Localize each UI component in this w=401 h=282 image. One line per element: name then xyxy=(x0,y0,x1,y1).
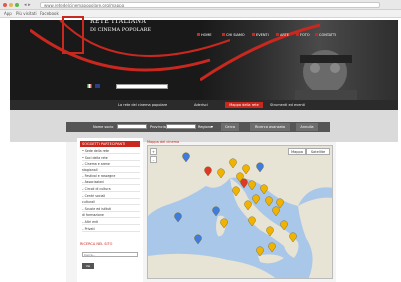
menu-item-mappa-active[interactable]: Mappa della rete xyxy=(225,102,263,108)
logo-title[interactable]: RETE ITALIANA xyxy=(90,18,180,25)
filter-name-input[interactable] xyxy=(117,124,147,129)
sidebar-search-button[interactable]: Vai xyxy=(82,263,94,269)
map-zoom-out-button[interactable]: – xyxy=(150,156,157,163)
menu-item-strumenti[interactable]: Strumenti ed eventi xyxy=(270,100,305,110)
map-widget[interactable]: + – Mappa Satellite xyxy=(147,145,333,279)
nav-arte[interactable]: ARTE xyxy=(280,33,289,37)
map-type-satellite-button[interactable]: Satellite xyxy=(306,148,330,155)
nav-eventi[interactable]: EVENTI xyxy=(256,33,269,37)
bookmark-item[interactable]: App xyxy=(4,10,12,18)
advanced-search-button[interactable]: Ricerca avanzata xyxy=(250,123,290,131)
sidebar-item[interactable]: – Privati xyxy=(82,226,140,232)
filter-label-name: Nome socio xyxy=(93,125,114,129)
main-menu-bar: La rete del cinema popolare Aderisci Map… xyxy=(10,100,398,110)
maximize-window-icon[interactable] xyxy=(15,3,19,7)
region-dropdown-icon[interactable]: ▾ xyxy=(211,124,216,129)
bookmarks-bar: App Più visitati Facebook xyxy=(0,10,401,18)
logo-subtitle[interactable]: DI CINEMA POPOLARE xyxy=(90,27,180,33)
bookmark-item[interactable]: Più visitati xyxy=(16,10,37,18)
sidebar-item[interactable]: di formazione xyxy=(82,212,140,218)
nav-bullet-icon xyxy=(276,33,279,36)
nav-bullet-icon xyxy=(197,33,200,36)
screenshot-frame: ◂ ▸ www.retedelcinemapopolare.org/mappa … xyxy=(0,0,401,282)
nav-chi-siamo[interactable]: CHI SIAMO xyxy=(226,33,245,37)
italian-flag-icon[interactable] xyxy=(87,84,92,88)
address-bar[interactable]: www.retedelcinemapopolare.org/mappa xyxy=(40,2,380,8)
sidebar-item[interactable]: – Associazioni xyxy=(82,179,140,185)
sidebar-item[interactable]: • Sede della rete xyxy=(82,148,140,154)
map-type-map-button[interactable]: Mappa xyxy=(288,148,306,155)
filter-province-input[interactable] xyxy=(166,124,196,129)
reset-button[interactable]: Annulla xyxy=(296,123,318,131)
nav-bullet-icon xyxy=(252,33,255,36)
bookmark-item[interactable]: Facebook xyxy=(40,10,59,18)
sidebar-search-heading: RICERCA NEL SITO xyxy=(80,242,113,246)
header-search-input[interactable] xyxy=(116,84,168,89)
sidebar-item[interactable]: – Altri enti xyxy=(82,219,140,225)
nav-bullet-icon xyxy=(296,33,299,36)
menu-item-rete[interactable]: La rete del cinema popolare xyxy=(118,100,167,110)
search-button[interactable]: Cerca xyxy=(221,123,239,131)
logo-frame-icon[interactable] xyxy=(62,16,84,54)
map-canvas[interactable] xyxy=(148,146,333,279)
nav-contatti[interactable]: CONTATTI xyxy=(319,33,336,37)
nav-bullet-icon xyxy=(222,33,225,36)
nav-home[interactable]: HOME xyxy=(201,33,212,37)
back-forward-icon[interactable]: ◂ ▸ xyxy=(24,2,36,8)
sidebar-item[interactable]: culturali xyxy=(82,199,140,205)
sidebar-heading: SOGGETTI PARTECIPANTI xyxy=(80,141,140,147)
map-zoom-in-button[interactable]: + xyxy=(150,148,157,155)
menu-item-aderisci[interactable]: Aderisci xyxy=(194,100,208,110)
sidebar-search-input[interactable]: Cerca... xyxy=(82,252,138,257)
sidebar-item[interactable]: – Circoli di cultura xyxy=(82,186,140,192)
english-flag-icon[interactable] xyxy=(95,84,100,88)
nav-bullet-icon xyxy=(315,33,318,36)
filter-label-province: Provincia xyxy=(150,125,166,129)
close-window-icon[interactable] xyxy=(3,3,7,7)
browser-toolbar: ◂ ▸ www.retedelcinemapopolare.org/mappa xyxy=(0,0,401,10)
nav-foto[interactable]: FOTO xyxy=(300,33,310,37)
minimize-window-icon[interactable] xyxy=(9,3,13,7)
